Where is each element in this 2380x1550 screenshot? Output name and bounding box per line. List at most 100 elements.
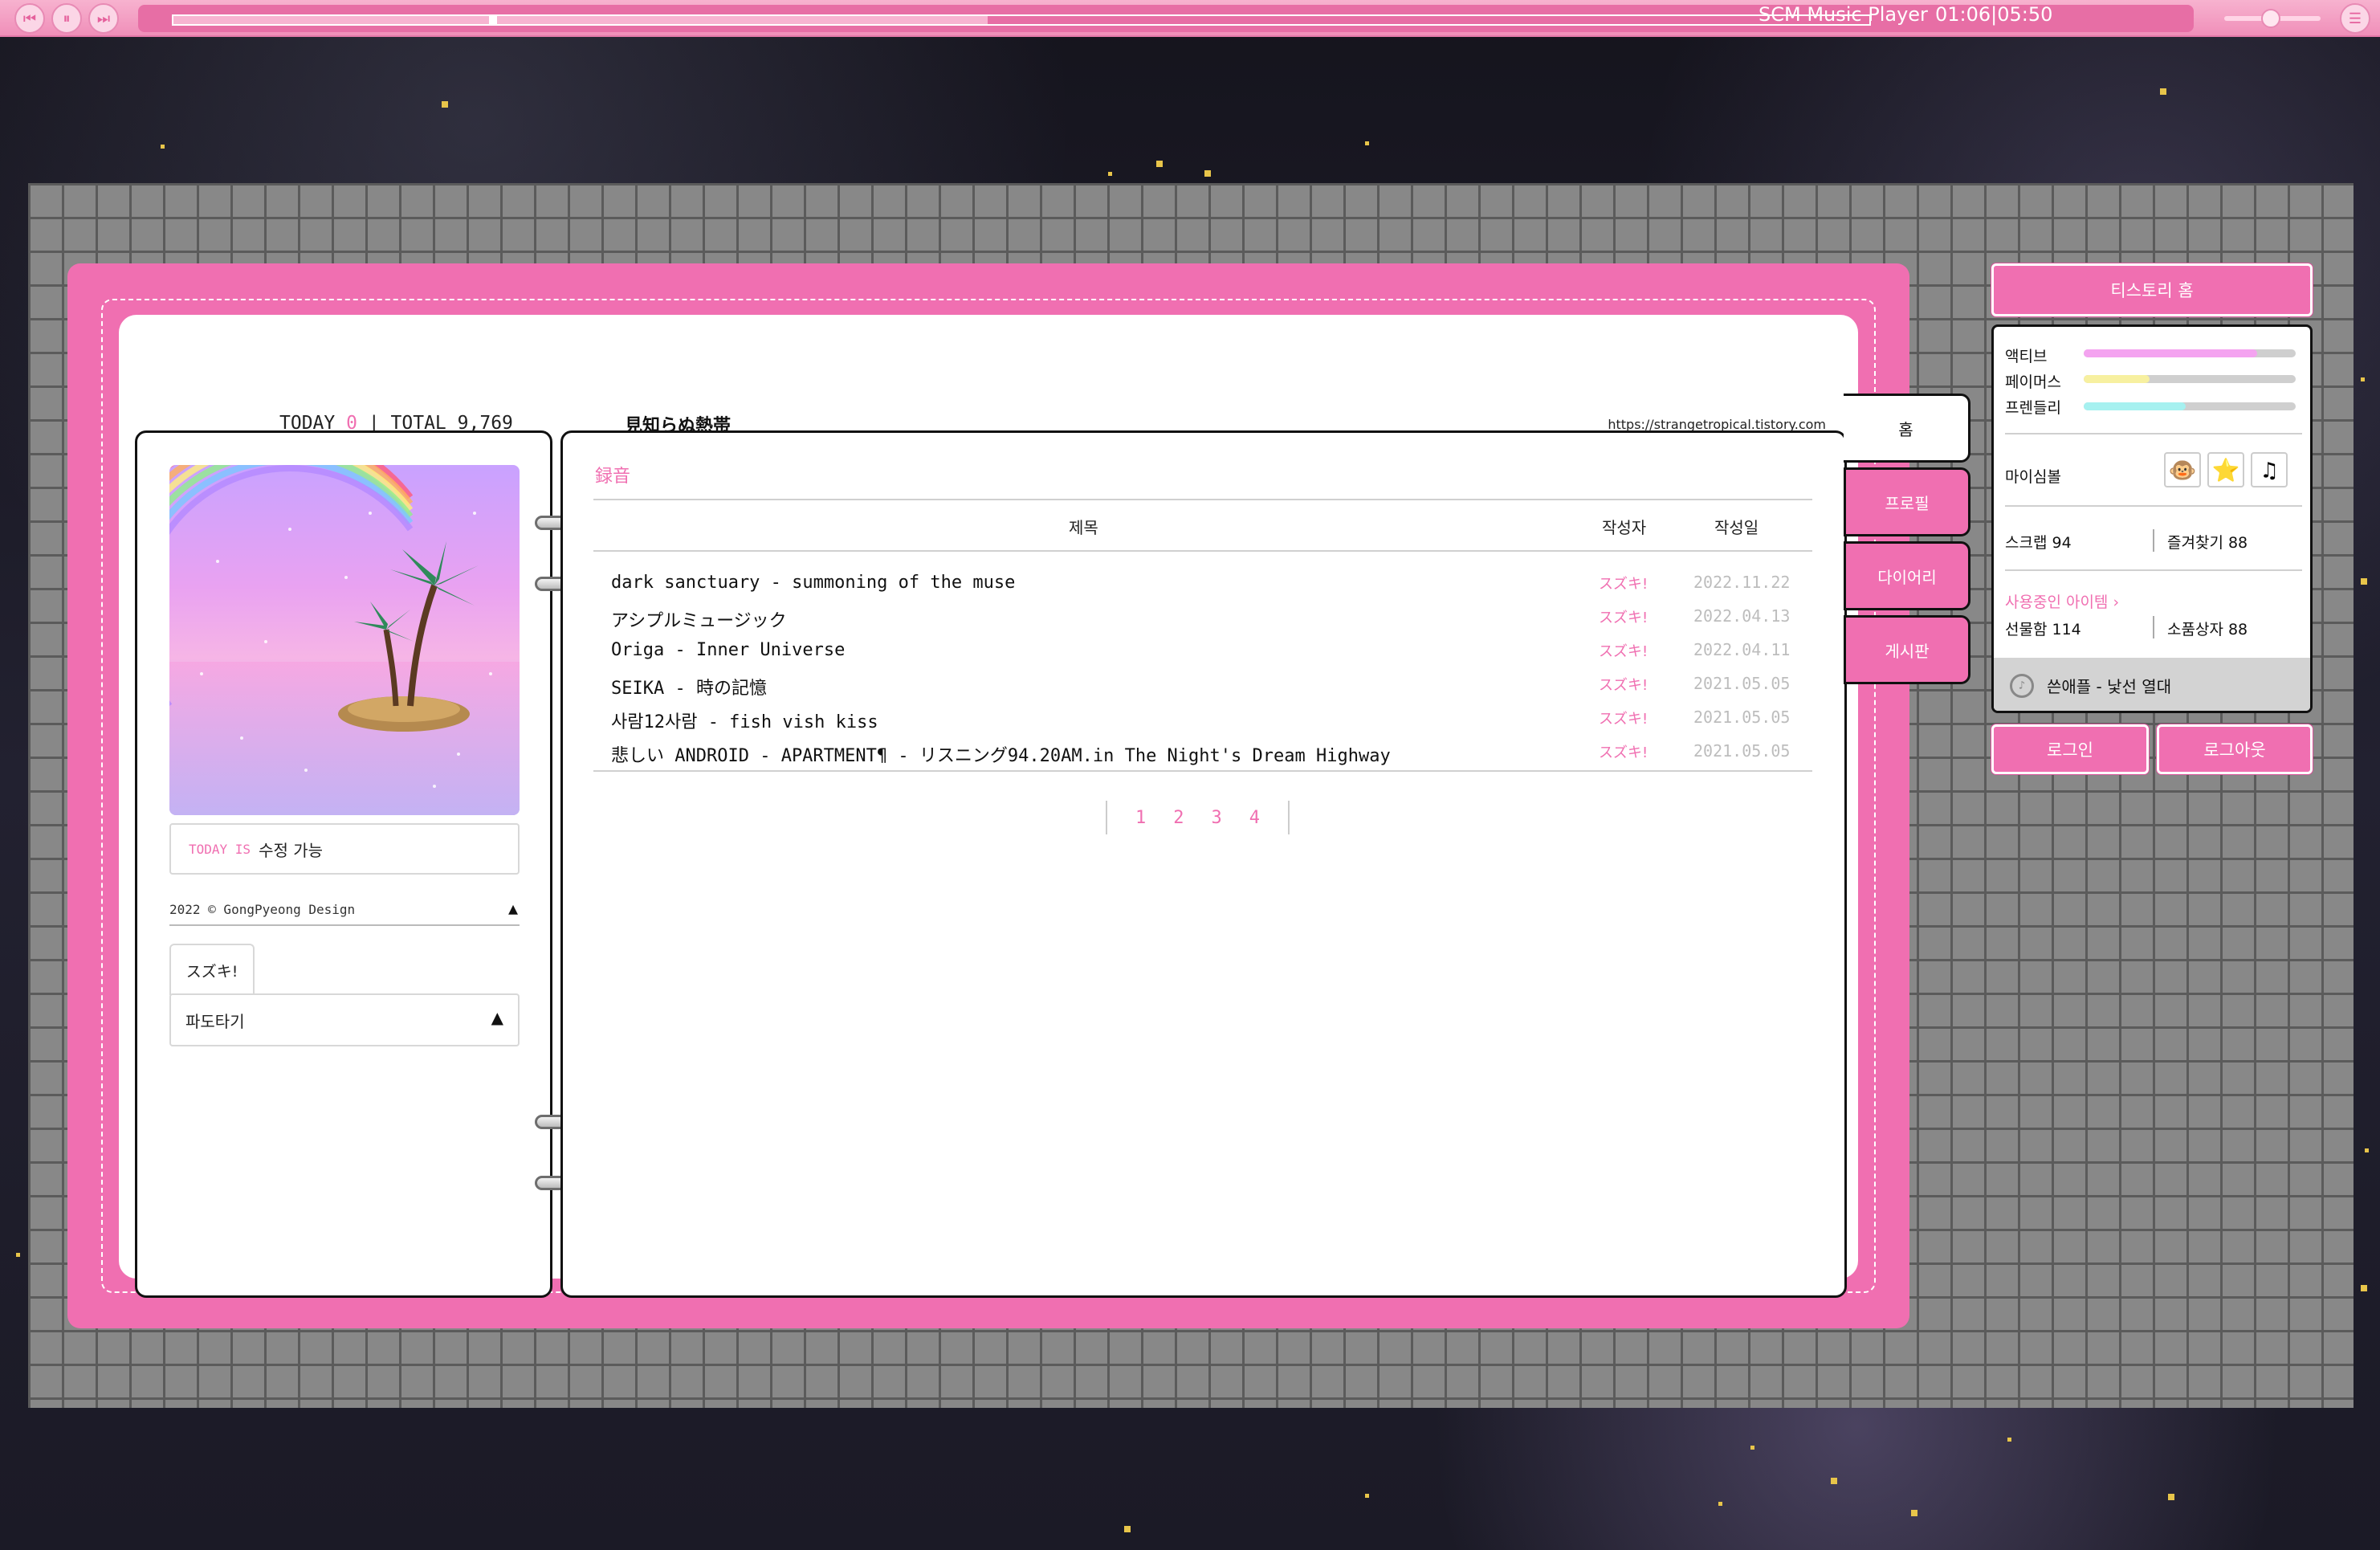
login-button[interactable]: 로그인: [1991, 724, 2149, 774]
divider: [593, 550, 1812, 552]
next-track-button[interactable]: ⏭: [88, 3, 119, 34]
post-author: スズキ!: [1599, 610, 1648, 626]
wave-select[interactable]: 파도타기 ▲: [169, 993, 520, 1046]
stat-label-active: 액티브: [2005, 348, 2048, 365]
profile-image: [169, 465, 520, 815]
page-link-1[interactable]: 1: [1135, 808, 1146, 828]
stat-label-famous: 페이머스: [2005, 373, 2061, 391]
supplies-box-count[interactable]: 소품상자 88: [2167, 618, 2248, 639]
star-icon[interactable]: ⭐: [2207, 452, 2244, 487]
stat-fill-friendly: [2084, 402, 2186, 410]
post-title[interactable]: アシプルミュージック: [611, 606, 787, 632]
stat-bar-famous: [2084, 375, 2296, 383]
post-row[interactable]: SEIKA - 時の記憶 スズキ! 2021.05.05: [593, 669, 1812, 703]
now-playing-footer: ♪ 쓴애플 - 낯선 열대: [1994, 658, 2310, 711]
gift-box-count[interactable]: 선물함 114: [2005, 618, 2081, 639]
right-notebook-page: 録音 제목 작성자 작성일 dark sanctuary - summoning…: [560, 430, 1847, 1298]
triangle-up-icon[interactable]: ▲: [508, 899, 518, 918]
volume-knob[interactable]: [2261, 9, 2280, 28]
pause-icon: ⏸: [63, 10, 71, 27]
author-tab-label: スズキ!: [185, 962, 238, 981]
menu-icon: ☰: [2348, 10, 2362, 27]
music-note-icon[interactable]: ♫: [2251, 452, 2288, 487]
divider: [2005, 569, 2302, 571]
tab-home-label: 홈: [1898, 419, 1913, 439]
column-header-author: 작성자: [1602, 518, 1647, 537]
stat-bar-friendly: [2084, 402, 2296, 410]
post-date: 2021.05.05: [1693, 741, 1791, 761]
post-date: 2021.05.05: [1693, 674, 1791, 693]
divider: [2153, 529, 2154, 552]
seek-bar[interactable]: [172, 14, 1871, 26]
post-title[interactable]: Origa - Inner Universe: [611, 640, 845, 660]
pause-button[interactable]: ⏸: [51, 3, 82, 34]
monkey-icon[interactable]: 🐵: [2164, 452, 2201, 487]
page-link-4[interactable]: 4: [1249, 808, 1260, 828]
chevron-right-icon: ›: [2113, 593, 2120, 611]
post-title[interactable]: SEIKA - 時の記憶: [611, 674, 767, 700]
post-row[interactable]: 悲しい ANDROID - APARTMENT¶ - リスニング94.20AM.…: [593, 736, 1812, 770]
post-date: 2022.04.13: [1693, 606, 1791, 626]
logout-button[interactable]: 로그아웃: [2157, 724, 2313, 774]
post-title[interactable]: 사람12사람 - fish vish kiss: [611, 708, 878, 733]
post-author: スズキ!: [1599, 677, 1648, 694]
page-link-3[interactable]: 3: [1212, 808, 1222, 828]
seek-knob[interactable]: [489, 15, 497, 25]
tab-profile-label: 프로필: [1885, 493, 1930, 513]
post-author: スズキ!: [1599, 576, 1648, 593]
stat-bar-active: [2084, 349, 2296, 357]
tab-home[interactable]: 홈: [1844, 394, 1970, 463]
tab-board-label: 게시판: [1885, 641, 1930, 661]
copyright-bar: 2022 © GongPyeong Design ▲: [169, 899, 520, 926]
divider: [2005, 433, 2302, 434]
items-in-use-link[interactable]: 사용중인 아이템 ›: [2005, 590, 2119, 612]
post-author: スズキ!: [1599, 711, 1648, 728]
divider: [593, 499, 1812, 500]
skip-forward-icon: ⏭: [96, 10, 111, 27]
now-playing-text: 쓴애플 - 낯선 열대: [2047, 677, 2172, 696]
post-title[interactable]: dark sanctuary - summoning of the muse: [611, 573, 1015, 593]
music-disc-icon: ♪: [2010, 674, 2034, 698]
playlist-menu-button[interactable]: ☰: [2340, 3, 2370, 34]
post-row[interactable]: Origa - Inner Universe スズキ! 2022.04.11: [593, 635, 1812, 669]
post-list: dark sanctuary - summoning of the muse ス…: [593, 568, 1812, 770]
divider: [2005, 505, 2302, 507]
post-author: スズキ!: [1599, 643, 1648, 660]
post-title[interactable]: 悲しい ANDROID - APARTMENT¶ - リスニング94.20AM.…: [611, 741, 1391, 767]
tab-profile[interactable]: 프로필: [1844, 467, 1970, 536]
post-row[interactable]: dark sanctuary - summoning of the muse ス…: [593, 568, 1812, 602]
tab-diary[interactable]: 다이어리: [1844, 541, 1970, 610]
profile-stats-card: 액티브 페이머스 프렌들리 마이심볼 🐵 ⭐ ♫ 스크랩 94 즐겨찾기 88 …: [1991, 324, 2313, 713]
today-is-label: TODAY IS: [189, 841, 251, 857]
items-in-use-label: 사용중인 아이템: [2005, 593, 2109, 611]
post-date: 2022.11.22: [1693, 573, 1791, 592]
stat-label-friendly: 프렌들리: [2005, 399, 2061, 417]
divider: [593, 770, 1812, 772]
favorites-count[interactable]: 즐겨찾기 88: [2167, 531, 2248, 553]
column-header-date: 작성일: [1714, 518, 1759, 537]
divider: [2153, 616, 2154, 638]
today-status-box: TODAY IS 수정 가능: [169, 823, 520, 875]
logout-label: 로그아웃: [2203, 740, 2266, 760]
wave-select-value: 파도타기: [185, 1011, 245, 1031]
tistory-home-label: 티스토리 홈: [2110, 281, 2194, 300]
tab-board[interactable]: 게시판: [1844, 615, 1970, 684]
post-row[interactable]: 사람12사람 - fish vish kiss スズキ! 2021.05.05: [593, 703, 1812, 736]
previous-track-button[interactable]: ⏮: [14, 3, 45, 34]
post-author: スズキ!: [1599, 744, 1648, 761]
skip-back-icon: ⏮: [22, 10, 37, 27]
page-link-2[interactable]: 2: [1173, 808, 1184, 828]
post-row[interactable]: アシプルミュージック スズキ! 2022.04.13: [593, 602, 1812, 635]
scrap-count[interactable]: 스크랩 94: [2005, 531, 2072, 553]
tab-diary-label: 다이어리: [1877, 567, 1937, 587]
main-frame: TODAY 0 | TOTAL 9,769 見知らぬ熱帯 https://str…: [67, 263, 1909, 1328]
today-status-value: 수정 가능: [259, 840, 324, 860]
player-title: SCM Music Player: [1759, 3, 1928, 26]
login-label: 로그인: [2047, 740, 2093, 760]
author-tab[interactable]: スズキ!: [169, 944, 255, 995]
music-player-bar: ⏮ ⏸ ⏭ SCM Music Player 01:06|05:50 ☰: [0, 0, 2380, 37]
column-header-title: 제목: [1069, 518, 1098, 537]
tistory-home-button[interactable]: 티스토리 홈: [1991, 263, 2313, 316]
copyright-text: 2022 © GongPyeong Design: [169, 902, 356, 917]
triangle-up-icon: ▲: [491, 1008, 503, 1027]
